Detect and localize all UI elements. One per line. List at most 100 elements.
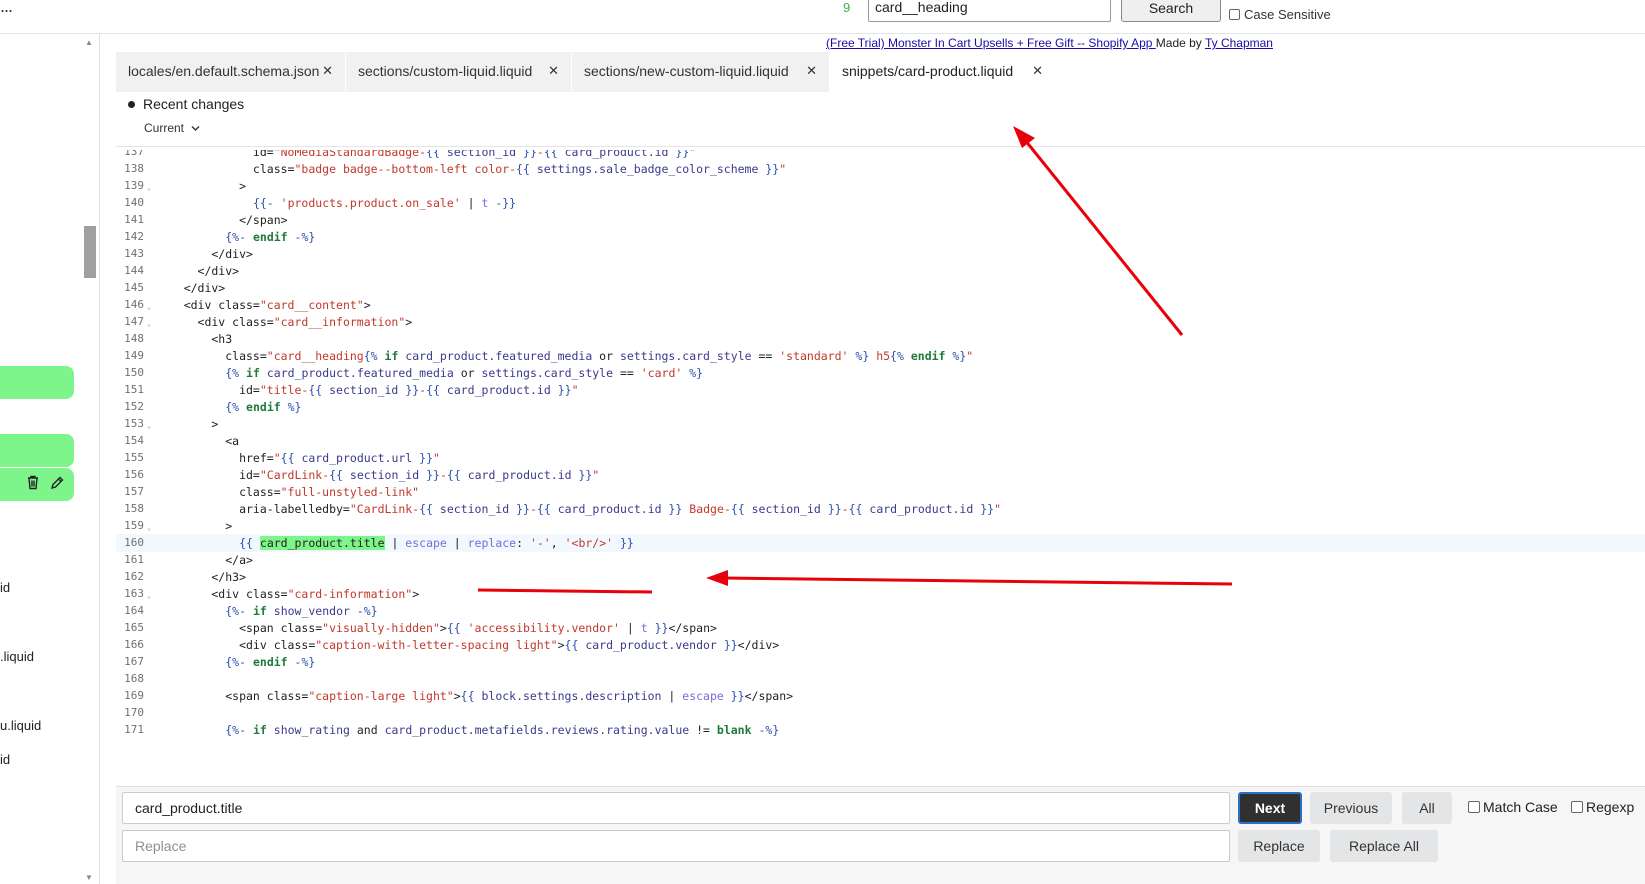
search-input[interactable]: card__heading (868, 0, 1111, 22)
line-number: 138 (124, 162, 144, 175)
replace-input[interactable]: Replace (122, 830, 1230, 862)
line-number: 161 (124, 553, 144, 566)
code-line: 144 </div> (116, 262, 1645, 280)
scroll-up-arrow-icon[interactable]: ▲ (85, 38, 93, 47)
code-line: 151 id="title-{{ section_id }}-{{ card_p… (116, 381, 1645, 399)
code-line: 150 {% if card_product.featured_media or… (116, 364, 1645, 382)
code-line: 146 ⌄ <div class="card__content"> (116, 296, 1645, 314)
find-input[interactable]: card_product.title (122, 792, 1230, 824)
tab-label: locales/en.default.schema.json (128, 63, 320, 79)
tab-en-default-schema[interactable]: locales/en.default.schema.json ✕ (116, 52, 346, 92)
code-line: 165 <span class="visually-hidden">{{ 'ac… (116, 619, 1645, 637)
sidebar-file-item[interactable]: id (0, 580, 10, 595)
line-number: 141 (124, 213, 144, 226)
recent-changes[interactable]: Recent changes (128, 96, 244, 112)
code-line: 167 {%- endif -%} (116, 653, 1645, 671)
close-icon[interactable]: ✕ (322, 52, 333, 90)
line-number: 139 (124, 179, 144, 192)
match-case-checkbox[interactable] (1468, 801, 1480, 813)
line-number: 169 (124, 689, 144, 702)
code-line: 147 ⌄ <div class="card__information"> (116, 313, 1645, 331)
code-line: 153 ⌄ > (116, 415, 1645, 433)
code-line: 164 {%- if show_vendor -%} (116, 602, 1645, 620)
code-editor[interactable]: 137 id="NoMediaStandardBadge-{{ section_… (116, 150, 1645, 786)
tab-custom-liquid[interactable]: sections/custom-liquid.liquid ✕ (346, 52, 572, 92)
tab-new-custom-liquid[interactable]: sections/new-custom-liquid.liquid ✕ (572, 52, 830, 92)
sidebar-file-item[interactable]: u.liquid (0, 718, 41, 733)
tab-card-product[interactable]: snippets/card-product.liquid ✕ (830, 52, 1056, 92)
code-line-active: 160 {{ card_product.title | escape | rep… (116, 534, 1645, 552)
top-bar: ... 9 card__heading Search Case Sensitiv… (0, 0, 1645, 34)
code-line: 140 {{- 'products.product.on_sale' | t -… (116, 194, 1645, 212)
code-line: 139 ⌄ > (116, 177, 1645, 195)
code-line: 166 <div class="caption-with-letter-spac… (116, 636, 1645, 654)
tab-label: snippets/card-product.liquid (842, 63, 1014, 79)
line-number: 162 (124, 570, 144, 583)
search-match-highlight: card_product.title (259, 536, 385, 550)
search-button[interactable]: Search (1121, 0, 1221, 22)
close-icon[interactable]: ✕ (806, 52, 817, 90)
scroll-down-arrow-icon[interactable]: ▼ (85, 873, 93, 882)
line-number: 148 (124, 332, 144, 345)
close-icon[interactable]: ✕ (1032, 52, 1043, 90)
trash-icon[interactable] (26, 475, 40, 493)
file-sidebar: ▲ id .liquid u.liquid id ▼ (0, 34, 100, 884)
line-number: 154 (124, 434, 144, 447)
code-line: 156 id="CardLink-{{ section_id }}-{{ car… (116, 466, 1645, 484)
previous-button[interactable]: Previous (1310, 792, 1392, 824)
match-case-label: Match Case (1483, 799, 1558, 815)
replace-all-button[interactable]: Replace All (1330, 830, 1438, 862)
code-line: 142 {%- endif -%} (116, 228, 1645, 246)
code-line: 162 </h3> (116, 568, 1645, 586)
code-line: 149 class="card__heading{% if card_produ… (116, 347, 1645, 365)
tab-label: sections/new-custom-liquid.liquid (584, 63, 789, 79)
recent-changes-label: Recent changes (143, 96, 245, 112)
more-menu-icon[interactable]: ... (0, 0, 13, 17)
version-label: Current (144, 121, 185, 135)
case-sensitive-label: Case Sensitive (1244, 7, 1331, 22)
line-number: 156 (124, 468, 144, 481)
find-replace-panel: card_product.title Replace Next Previous… (116, 786, 1645, 884)
find-all-button[interactable]: All (1402, 792, 1452, 824)
line-number: 144 (124, 264, 144, 277)
line-number: 145 (124, 281, 144, 294)
version-select[interactable]: Current (144, 121, 200, 135)
regexp-checkbox[interactable] (1571, 801, 1583, 813)
pencil-icon[interactable] (50, 475, 64, 493)
regexp-label: Regexp (1586, 799, 1635, 815)
promo-madeby: Made by (1155, 36, 1205, 50)
code-line: 154 <a (116, 432, 1645, 450)
sidebar-item-highlighted[interactable] (0, 434, 74, 467)
close-icon[interactable]: ✕ (548, 52, 559, 90)
code-line: 170 (116, 704, 1645, 722)
sidebar-item-active[interactable] (0, 468, 74, 501)
case-sensitive-checkbox[interactable] (1229, 9, 1240, 20)
line-number: 170 (124, 706, 144, 719)
line-number: 146 (124, 298, 144, 311)
regexp-option[interactable]: Regexp (1571, 799, 1634, 815)
chevron-down-icon (187, 121, 200, 135)
replace-button[interactable]: Replace (1238, 830, 1320, 862)
promo-link[interactable]: (Free Trial) Monster In Cart Upsells + F… (826, 36, 1156, 50)
code-line: 138 class="badge badge--bottom-left colo… (116, 160, 1645, 178)
code-line: 141 </span> (116, 211, 1645, 229)
line-number: 163 (124, 587, 144, 600)
match-case-option[interactable]: Match Case (1468, 799, 1558, 815)
sidebar-scrollbar-thumb[interactable] (84, 226, 96, 278)
sidebar-file-item[interactable]: .liquid (0, 649, 34, 664)
code-line: 159 ⌄ > (116, 517, 1645, 535)
sidebar-item-highlighted[interactable] (0, 366, 74, 399)
code-line: 163 ⌄ <div class="card-information"> (116, 585, 1645, 603)
line-number: 149 (124, 349, 144, 362)
promo-author-link[interactable]: Ty Chapman (1205, 36, 1273, 50)
line-number: 168 (124, 672, 144, 685)
sidebar-file-item[interactable]: id (0, 752, 10, 767)
next-button[interactable]: Next (1238, 792, 1302, 824)
line-number: 171 (124, 723, 144, 736)
case-sensitive-option[interactable]: Case Sensitive (1229, 7, 1331, 22)
code-line: 168 (116, 670, 1645, 688)
line-number: 150 (124, 366, 144, 379)
code-line: 169 <span class="caption-large light">{{… (116, 687, 1645, 705)
code-line: 152 {% endif %} (116, 398, 1645, 416)
editor-tabs: locales/en.default.schema.json ✕ section… (116, 52, 1056, 92)
